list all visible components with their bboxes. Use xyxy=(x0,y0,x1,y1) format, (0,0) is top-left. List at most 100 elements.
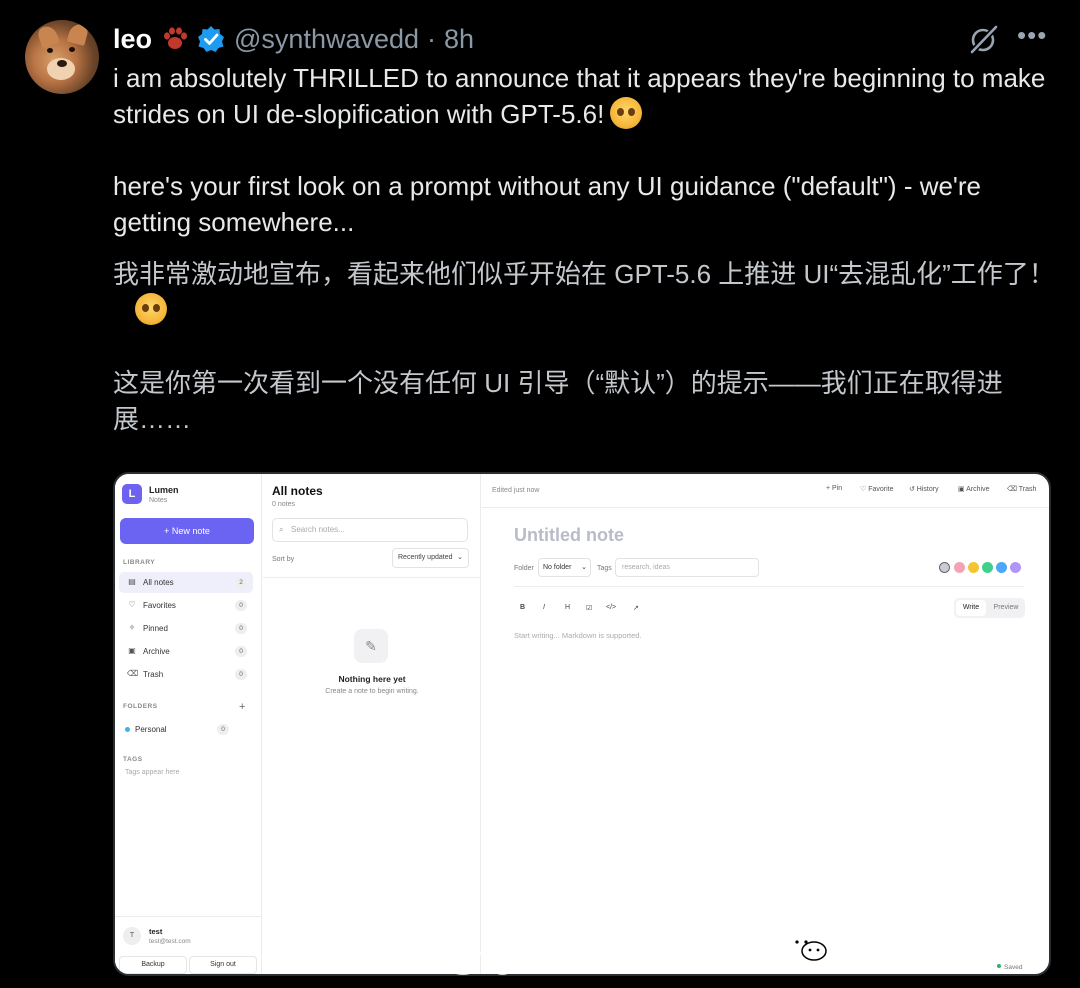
notes-list-panel: All notes 0 notes ⌕ Search notes... Sort… xyxy=(263,474,481,974)
display-name[interactable]: leo xyxy=(113,24,152,55)
timestamp[interactable]: 8h xyxy=(444,24,474,55)
color-swatch[interactable] xyxy=(1010,562,1021,573)
add-folder-button[interactable]: + xyxy=(239,701,245,713)
nav-label: Pinned xyxy=(143,624,168,633)
nav-count: 0 xyxy=(235,669,247,680)
edited-status: Edited just now xyxy=(492,487,540,494)
nav-item-all-notes[interactable]: ▤ All notes 2 xyxy=(119,572,253,593)
folder-item-personal[interactable]: Personal 0 xyxy=(119,719,253,740)
folders-label: FOLDERS xyxy=(123,703,158,710)
user-name: test xyxy=(149,927,163,936)
saved-dot-icon xyxy=(997,964,1001,968)
trash-button[interactable]: ⌫ Trash xyxy=(1007,485,1036,493)
grok-icon[interactable] xyxy=(967,22,1001,56)
chevron-down-icon: ⌄ xyxy=(581,564,587,571)
app-name: Lumen xyxy=(149,485,179,495)
list-icon: ▤ xyxy=(128,577,136,586)
nav-count: 0 xyxy=(235,646,247,657)
heading-button[interactable]: H xyxy=(565,604,570,611)
color-swatch[interactable] xyxy=(939,562,950,573)
tweet-paragraph-2: here's your first look on a prompt witho… xyxy=(113,171,982,237)
pin-icon: ✧ xyxy=(128,623,136,632)
backup-button[interactable]: Backup xyxy=(119,956,187,974)
nav-item-archive[interactable]: ▣ Archive 0 xyxy=(119,641,253,662)
list-count: 0 notes xyxy=(272,501,295,508)
search-icon: ⌕ xyxy=(279,525,284,534)
nav-count: 2 xyxy=(235,577,247,588)
note-title-input[interactable]: Untitled note xyxy=(514,525,624,546)
list-title: All notes xyxy=(272,484,323,498)
nav-label: All notes xyxy=(143,578,174,587)
nav-label: Favorites xyxy=(143,601,176,610)
tags-hint: Tags appear here xyxy=(125,769,180,776)
editor-toolbar: Edited just now + Pin ♡ Favorite ↺ Histo… xyxy=(482,474,1049,508)
translation-paragraph-1: 我非常激动地宣布，看起来他们似乎开始在 GPT-5.6 上推进 UI“去混乱化”… xyxy=(113,256,1058,328)
sort-label: Sort by xyxy=(272,556,295,563)
pin-button[interactable]: + Pin xyxy=(826,485,842,492)
folder-count: 0 xyxy=(217,724,229,735)
nav-item-trash[interactable]: ⌫ Trash 0 xyxy=(119,664,253,685)
archive-button[interactable]: ▣ Archive xyxy=(958,485,990,493)
user-email: test@test.com xyxy=(149,938,191,945)
translation-paragraph-2: 这是你第一次看到一个没有任何 UI 引导（“默认”）的提示——我们正在取得进展…… xyxy=(113,368,1003,434)
archive-icon: ▣ xyxy=(128,646,136,655)
folder-select[interactable]: No folder ⌄ xyxy=(538,558,591,577)
checkbox-button[interactable]: ☑ xyxy=(586,604,592,612)
color-swatch[interactable] xyxy=(954,562,965,573)
sort-value: Recently updated xyxy=(398,554,453,561)
user-avatar: T xyxy=(123,927,141,945)
tags-field-label: Tags xyxy=(597,565,612,572)
library-label: LIBRARY xyxy=(123,559,156,566)
history-button[interactable]: ↺ History xyxy=(909,485,939,493)
tags-input[interactable]: research, ideas xyxy=(615,558,759,577)
verified-badge-icon xyxy=(198,26,225,52)
folder-field-label: Folder xyxy=(514,565,534,572)
folder-color-dot xyxy=(125,727,130,732)
wechat-watermark: 公众号 · 新智元 xyxy=(787,927,1014,964)
link-button[interactable]: ↗ xyxy=(633,604,639,612)
code-button[interactable]: </> xyxy=(606,604,616,611)
pencil-icon: ✎ xyxy=(354,629,388,663)
app-subtitle: Notes xyxy=(149,497,168,504)
nav-item-favorites[interactable]: ♡ Favorites 0 xyxy=(119,595,253,616)
new-note-button[interactable]: + New note xyxy=(120,518,254,544)
heart-icon: ♡ xyxy=(128,600,136,609)
nav-label: Trash xyxy=(143,670,164,679)
separator: · xyxy=(427,23,437,54)
app-sidebar: L Lumen Notes + New note LIBRARY ▤ All n… xyxy=(115,474,262,974)
saved-status: Saved xyxy=(997,964,1022,971)
tags-label: TAGS xyxy=(123,756,143,763)
search-notes-input[interactable]: ⌕ Search notes... xyxy=(272,518,468,542)
editor-body[interactable]: Start writing... Markdown is supported. xyxy=(514,631,642,640)
pleading-face-emoji xyxy=(610,97,643,129)
empty-title: Nothing here yet xyxy=(338,674,406,684)
write-tab[interactable]: Write xyxy=(956,600,986,616)
color-swatch[interactable] xyxy=(996,562,1007,573)
wechat-icon xyxy=(789,934,827,961)
color-swatch[interactable] xyxy=(982,562,993,573)
sort-select[interactable]: Recently updated ⌄ xyxy=(392,548,469,568)
avatar[interactable] xyxy=(25,20,99,94)
italic-button[interactable]: I xyxy=(543,604,545,611)
trash-icon: ⌫ xyxy=(127,669,139,678)
sina-watermark: @新浪科技 xyxy=(446,942,620,979)
chevron-down-icon: ⌄ xyxy=(457,554,463,561)
tweet-header: leo @synthwavedd · 8h xyxy=(113,22,474,56)
folder-value: No folder xyxy=(543,564,572,571)
nav-count: 0 xyxy=(235,623,247,634)
color-swatch[interactable] xyxy=(968,562,979,573)
weibo-icon xyxy=(448,950,485,975)
sign-out-button[interactable]: Sign out xyxy=(189,956,257,974)
nav-label: Archive xyxy=(143,647,170,656)
search-placeholder: Search notes... xyxy=(291,525,345,534)
more-icon[interactable]: ••• xyxy=(1017,22,1051,53)
nav-item-pinned[interactable]: ✧ Pinned 0 xyxy=(119,618,253,639)
preview-tab[interactable]: Preview xyxy=(989,600,1023,616)
empty-subtitle: Create a note to begin writing. xyxy=(325,688,419,695)
attached-screenshot[interactable]: L Lumen Notes + New note LIBRARY ▤ All n… xyxy=(113,472,1051,976)
note-editor: Edited just now + Pin ♡ Favorite ↺ Histo… xyxy=(482,474,1049,974)
bold-button[interactable]: B xyxy=(520,604,525,611)
handle[interactable]: @synthwavedd xyxy=(234,24,419,55)
favorite-button[interactable]: ♡ Favorite xyxy=(860,485,894,493)
paw-emoji xyxy=(164,27,188,49)
